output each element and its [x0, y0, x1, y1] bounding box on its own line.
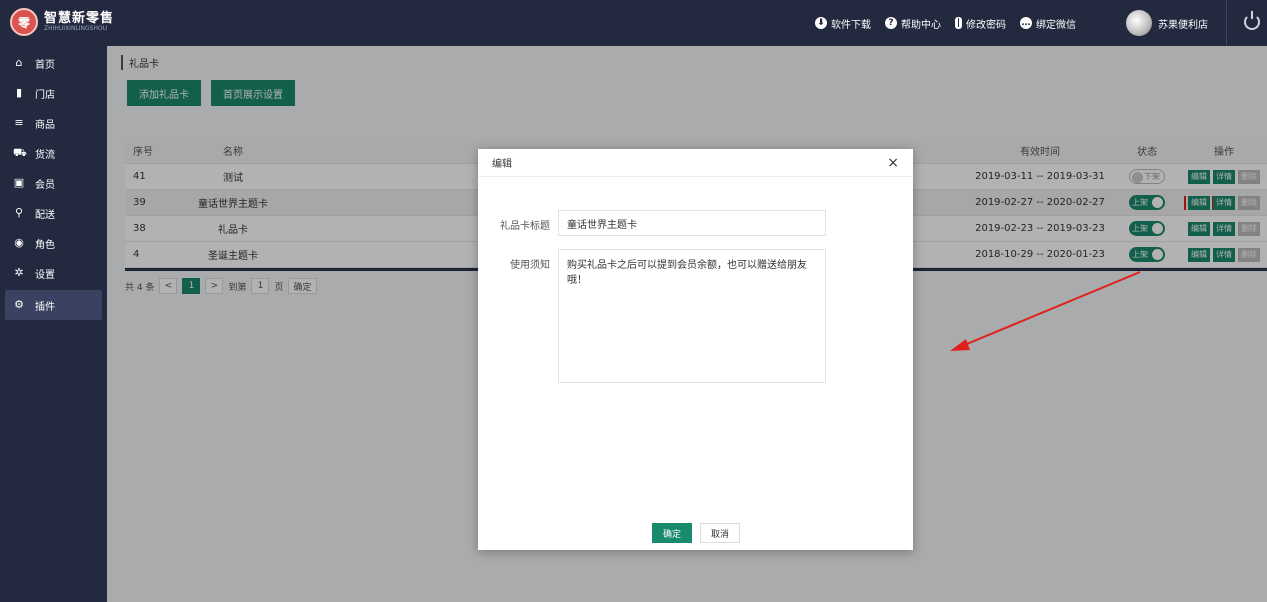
header-links: ⬇ 软件下载 ? 帮助中心 | 修改密码 … 绑定微信: [815, 0, 1076, 46]
change-password-link[interactable]: | 修改密码: [955, 16, 1006, 31]
app-name-sub: ZHIHUIXINLINGSHOU: [44, 24, 108, 32]
user-name: 苏果便利店: [1158, 19, 1208, 31]
sidebar-item-7[interactable]: ✲ 设置: [0, 258, 107, 288]
top-bar: 零 智慧新零售 ZHIHUIXINLINGSHOU ⬇ 软件下载 ? 帮助中心 | 修…: [0, 0, 1267, 46]
truck-icon: ⛟: [13, 146, 27, 159]
sidebar: ⌂ 首页 ▮ 门店 ≡ 商品 ⛟ 货流 ▣ 会员 ⚲ 配送 ◉ 角色 ✲ 设置 ⚙ 插件: [0, 46, 107, 602]
member-card-icon: ▣: [13, 176, 25, 189]
dialog-header: 编辑 ×: [478, 149, 913, 177]
dialog-title: 编辑: [492, 159, 512, 170]
cancel-button[interactable]: 取消: [700, 523, 741, 543]
sidebar-item-6[interactable]: ◉ 角色: [0, 228, 107, 258]
sidebar-item-5[interactable]: ⚲ 配送: [0, 198, 107, 228]
home-icon: ⌂: [15, 56, 23, 69]
usage-notice-label: 使用须知: [510, 260, 550, 271]
download-icon: ⬇: [815, 17, 827, 29]
bind-wechat-link[interactable]: … 绑定微信: [1020, 16, 1076, 31]
sidebar-item-label: 设置: [35, 269, 55, 281]
list-icon: ≡: [14, 116, 24, 129]
sidebar-item-8[interactable]: ⚙ 插件: [5, 290, 102, 320]
sidebar-item-label: 角色: [35, 239, 55, 251]
avatar: [1126, 10, 1152, 36]
sidebar-item-label: 插件: [35, 301, 55, 313]
store-icon: ▮: [15, 86, 23, 99]
header-divider: [1226, 0, 1227, 46]
sidebar-item-label: 首页: [35, 59, 55, 71]
card-title-input[interactable]: [558, 210, 826, 236]
chat-icon: …: [1020, 17, 1032, 29]
app-logo[interactable]: 零 智慧新零售 ZHIHUIXINLINGSHOU: [10, 8, 114, 36]
app-name: 智慧新零售: [44, 10, 115, 26]
help-center-link[interactable]: ? 帮助中心: [885, 16, 941, 31]
sidebar-item-label: 商品: [35, 119, 55, 131]
software-download-link[interactable]: ⬇ 软件下载: [815, 16, 871, 31]
thermometer-icon: |: [955, 17, 962, 29]
sidebar-item-3[interactable]: ⛟ 货流: [0, 138, 107, 168]
card-title-label: 礼品卡标题: [500, 221, 550, 232]
sidebar-item-label: 配送: [35, 209, 55, 221]
sidebar-item-2[interactable]: ≡ 商品: [0, 108, 107, 138]
logo-icon: 零: [10, 8, 38, 36]
delivery-icon: ⚲: [14, 206, 24, 219]
sidebar-item-label: 门店: [35, 89, 55, 101]
edit-dialog: 编辑 × 礼品卡标题 使用须知 购买礼品卡之后可以提到会员余额，也可以赠送给朋友…: [478, 149, 913, 550]
sidebar-item-1[interactable]: ▮ 门店: [0, 78, 107, 108]
role-icon: ◉: [14, 236, 24, 249]
sidebar-item-4[interactable]: ▣ 会员: [0, 168, 107, 198]
settings-icon: ✲: [14, 266, 24, 279]
user-menu[interactable]: 苏果便利店: [1126, 10, 1208, 36]
close-icon[interactable]: ×: [887, 155, 899, 171]
sidebar-item-label: 货流: [35, 149, 55, 161]
sidebar-item-label: 会员: [35, 179, 55, 191]
confirm-button[interactable]: 确定: [652, 523, 693, 543]
help-icon: ?: [885, 17, 897, 29]
usage-notice-textarea[interactable]: 购买礼品卡之后可以提到会员余额，也可以赠送给朋友哦！: [558, 249, 826, 383]
sidebar-item-0[interactable]: ⌂ 首页: [0, 48, 107, 78]
plugin-icon: ⚙: [14, 298, 24, 311]
power-icon[interactable]: [1244, 11, 1260, 30]
